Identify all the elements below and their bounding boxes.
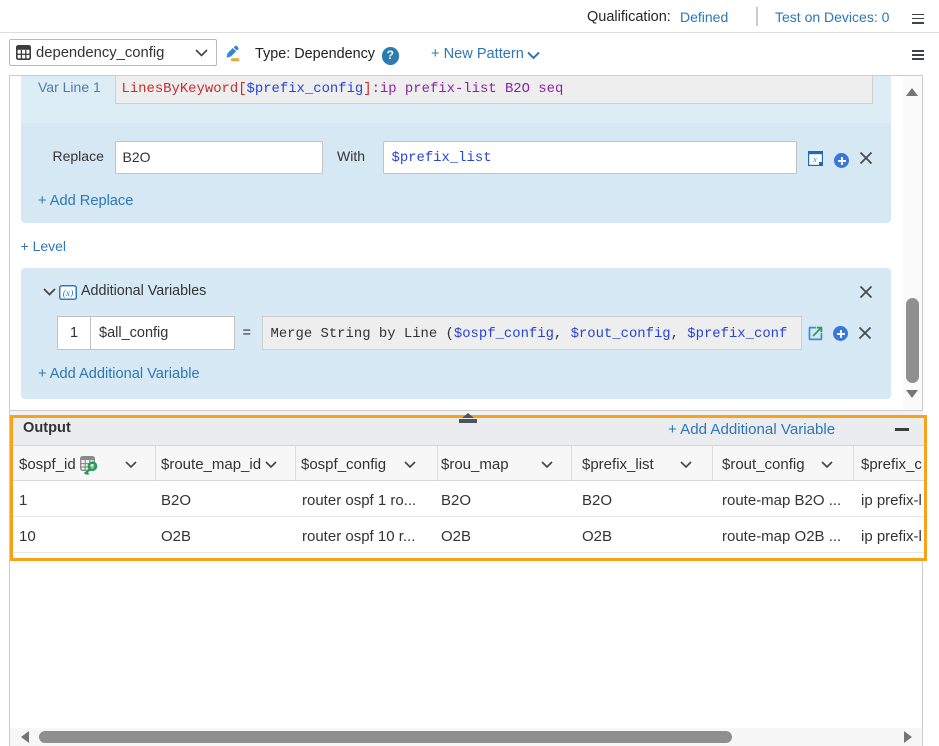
svg-text:(x): (x): [63, 288, 74, 299]
svg-text:x: x: [812, 154, 817, 164]
